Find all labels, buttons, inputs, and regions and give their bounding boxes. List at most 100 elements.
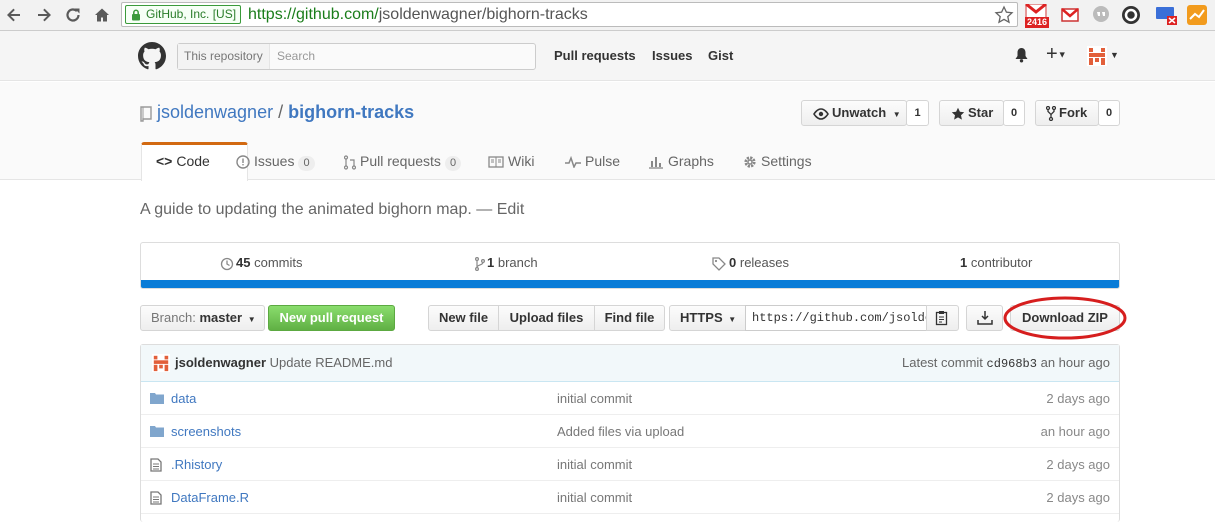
hangouts-extension-icon[interactable] — [1091, 5, 1113, 27]
mail-checker-icon[interactable] — [1060, 5, 1082, 27]
pulse-icon — [565, 156, 581, 169]
file-commit-message[interactable]: initial commit — [557, 457, 632, 472]
releases-link[interactable]: 0 releases — [712, 255, 789, 271]
caret-down-icon: ▼ — [1057, 49, 1067, 60]
privacy-extension-icon[interactable] — [1121, 5, 1143, 27]
branch-label: branch — [497, 255, 538, 270]
browser-toolbar: GitHub, Inc. [US] https://github.com/jso… — [0, 0, 1215, 31]
header-gist-link[interactable]: Gist — [708, 48, 733, 63]
copy-url-button[interactable] — [926, 305, 959, 331]
find-file-button[interactable]: Find file — [594, 305, 665, 331]
history-icon — [220, 257, 234, 271]
star-button[interactable]: Star — [939, 100, 1004, 126]
clone-protocol-button[interactable]: HTTPS ▼ — [669, 305, 746, 331]
repo-book-icon — [140, 106, 152, 122]
screen-cast-icon[interactable] — [1155, 5, 1177, 27]
file-name-link[interactable]: .Rhistory — [171, 457, 222, 472]
file-row: DataFrame.R initial commit 2 days ago — [141, 481, 1119, 514]
avatar-caret-icon[interactable]: ▼ — [1110, 50, 1119, 60]
commits-link[interactable]: 45 commits — [220, 255, 302, 271]
analytics-extension-icon[interactable] — [1186, 4, 1208, 26]
numbers-summary: 45 commits 1 branch 0 releases 1 contrib… — [140, 242, 1120, 289]
fork-label: Fork — [1059, 105, 1088, 120]
branch-select-button[interactable]: Branch: master ▼ — [140, 305, 265, 331]
clipboard-icon — [935, 310, 950, 326]
git-pull-request-icon — [344, 155, 356, 170]
new-pull-request-button[interactable]: New pull request — [268, 305, 395, 331]
contributors-link[interactable]: 1 contributor — [960, 255, 1032, 270]
contributor-label: contributor — [970, 255, 1033, 270]
back-arrow-icon[interactable] — [3, 4, 25, 26]
gear-icon — [743, 155, 757, 169]
tab-graphs[interactable]: Graphs — [648, 142, 714, 180]
repo-name-link[interactable]: bighorn-tracks — [288, 102, 414, 122]
tab-pull-requests[interactable]: Pull requests 0 — [344, 142, 462, 180]
file-age: 2 days ago — [1046, 457, 1110, 472]
create-new-icon[interactable]: +▼ — [1046, 43, 1067, 66]
file-commit-message[interactable]: initial commit — [557, 490, 632, 505]
file-age: 2 days ago — [1046, 490, 1110, 505]
star-count[interactable]: 0 — [1003, 100, 1025, 126]
notifications-bell-icon[interactable] — [1014, 47, 1029, 63]
fork-count[interactable]: 0 — [1098, 100, 1120, 126]
file-name-link[interactable]: screenshots — [171, 424, 241, 439]
tab-pulse[interactable]: Pulse — [565, 142, 620, 180]
repo-separator: / — [278, 102, 284, 122]
issue-opened-icon — [236, 155, 250, 169]
tab-code[interactable]: <> Code — [141, 142, 248, 181]
file-icon — [150, 491, 162, 505]
github-logo-icon[interactable] — [138, 42, 166, 70]
open-in-desktop-button[interactable] — [966, 305, 1003, 331]
tab-wiki-label: Wiki — [508, 153, 535, 169]
user-avatar[interactable] — [1087, 46, 1107, 66]
folder-icon — [150, 425, 164, 437]
url-text[interactable]: https://github.com/jsoldenwagner/bighorn… — [248, 5, 588, 25]
tab-issues-label: Issues — [254, 153, 295, 169]
bookmark-star-icon[interactable] — [994, 5, 1014, 25]
clone-url-input[interactable]: https://github.com/jsoldenwagner/bighorn… — [745, 305, 927, 331]
forward-arrow-icon[interactable] — [33, 4, 55, 26]
repo-owner-link[interactable]: jsoldenwagner — [157, 102, 273, 122]
gmail-badge: 2416 — [1025, 17, 1049, 28]
commit-sha-link[interactable]: cd968b3 — [987, 357, 1037, 371]
watch-count[interactable]: 1 — [906, 100, 929, 126]
upload-files-button[interactable]: Upload files — [498, 305, 595, 331]
file-commit-message[interactable]: initial commit — [557, 391, 632, 406]
file-commit-message[interactable]: Added files via upload — [557, 424, 684, 439]
new-file-button[interactable]: New file — [428, 305, 499, 331]
address-bar[interactable]: GitHub, Inc. [US] https://github.com/jso… — [121, 2, 1018, 27]
fork-button[interactable]: Fork — [1035, 100, 1099, 126]
home-icon[interactable] — [91, 4, 113, 26]
reload-icon[interactable] — [62, 4, 84, 26]
tab-issues[interactable]: Issues 0 — [236, 142, 315, 180]
fork-icon — [1046, 106, 1056, 122]
committer-avatar[interactable] — [152, 354, 170, 372]
protocol-label: HTTPS — [680, 310, 723, 325]
branches-link[interactable]: 1 branch — [475, 255, 538, 271]
folder-icon — [150, 392, 164, 404]
tab-wiki[interactable]: Wiki — [488, 142, 534, 180]
gmail-extension-icon[interactable]: 2416 — [1025, 4, 1049, 28]
repo-description: A guide to updating the animated bighorn… — [140, 201, 525, 218]
commit-author-link[interactable]: jsoldenwagner — [175, 355, 266, 370]
search-box[interactable]: This repository Search — [177, 43, 536, 70]
url-path: jsoldenwagner/bighorn-tracks — [378, 6, 588, 23]
tab-settings-label: Settings — [761, 153, 812, 169]
tab-settings[interactable]: Settings — [743, 142, 812, 180]
issues-counter: 0 — [298, 156, 315, 171]
tab-graphs-label: Graphs — [668, 153, 714, 169]
secure-badge[interactable]: GitHub, Inc. [US] — [125, 5, 242, 24]
file-name-link[interactable]: DataFrame.R — [171, 490, 249, 505]
file-age: an hour ago — [1040, 424, 1110, 439]
header-issues-link[interactable]: Issues — [652, 48, 692, 63]
highlight-circle — [1003, 296, 1128, 341]
header-pull-requests-link[interactable]: Pull requests — [554, 48, 636, 63]
star-label: Star — [968, 105, 994, 120]
unwatch-label: Unwatch — [832, 105, 887, 120]
desktop-download-icon — [977, 310, 993, 326]
commit-message-link[interactable]: Update README.md — [270, 355, 393, 370]
url-host: https://github.com/ — [248, 6, 379, 23]
file-name-link[interactable]: data — [171, 391, 196, 406]
search-input[interactable]: Search — [277, 44, 315, 69]
unwatch-button[interactable]: Unwatch ▼ — [801, 100, 907, 126]
